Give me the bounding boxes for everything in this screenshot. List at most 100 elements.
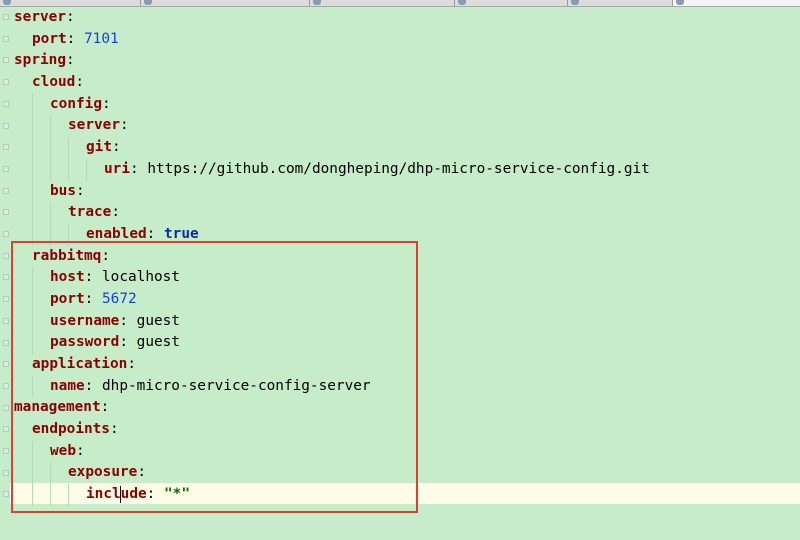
fold-marker-icon: [3, 57, 9, 64]
yaml-key: trace: [68, 204, 112, 221]
code-line[interactable]: uri: https://github.com/dongheping/dhp-m…: [14, 158, 800, 181]
indent-guide: [50, 137, 68, 159]
indent-guide: [14, 462, 32, 484]
yaml-key: host: [50, 269, 85, 286]
code-line[interactable]: endpoints:: [14, 419, 800, 441]
fold-marker-icon: [3, 100, 9, 107]
editor-tab[interactable]: [455, 0, 568, 6]
code-line[interactable]: port: 5672: [14, 288, 800, 311]
code-line[interactable]: exposure:: [14, 462, 800, 485]
yaml-colon: :: [137, 464, 146, 481]
yaml-colon: :: [84, 290, 94, 307]
indent-guide: [14, 202, 32, 224]
yaml-colon: :: [75, 74, 84, 91]
indent-guide: [14, 354, 32, 376]
editor-tab[interactable]: [141, 0, 310, 6]
code-line[interactable]: include: "*": [14, 484, 800, 506]
indent-guide: [32, 462, 50, 485]
indent-guide: [68, 137, 86, 159]
code-line[interactable]: host: localhost: [14, 267, 800, 289]
code-line[interactable]: application:: [14, 354, 800, 376]
code-line[interactable]: port: 7101: [14, 29, 800, 51]
indent-guide: [86, 158, 104, 181]
fold-marker-icon: [3, 469, 9, 476]
indent-guide: [32, 115, 50, 138]
indent-guide: [14, 289, 32, 311]
indent-guide: [14, 311, 32, 333]
indent-guide: [50, 202, 68, 224]
yaml-value: dhp-micro-service-config-server: [102, 377, 371, 394]
indent-guide: [14, 332, 32, 354]
indent-guide: [14, 115, 32, 137]
yaml-colon: :: [84, 377, 94, 394]
code-line[interactable]: git:: [14, 137, 800, 159]
yaml-colon: :: [111, 204, 120, 221]
fold-marker-icon: [3, 274, 9, 281]
indent-guide: [50, 158, 68, 181]
yaml-key: cloud: [32, 74, 76, 91]
yaml-value: 7101: [84, 30, 119, 47]
yaml-colon: :: [146, 225, 156, 242]
code-line[interactable]: enabled: true: [14, 223, 800, 246]
code-line[interactable]: server:: [14, 7, 800, 29]
code-line[interactable]: cloud:: [14, 72, 800, 94]
yaml-colon: :: [65, 9, 75, 25]
code-line[interactable]: server:: [14, 115, 800, 138]
indent-guide: [32, 158, 50, 181]
yaml-key: endpoints: [32, 421, 110, 438]
indent-guide: [14, 94, 32, 116]
indent-guide: [50, 462, 68, 485]
indent-guide: [68, 484, 86, 506]
indent-guide: [50, 484, 68, 506]
fold-marker-icon: [3, 448, 9, 454]
editor-tab[interactable]: [568, 0, 673, 6]
indent-guide: [14, 419, 32, 441]
yaml-key: application: [32, 356, 128, 372]
yaml-code-area[interactable]: server: port: 7101 spring: cloud: config: ser…: [14, 7, 800, 540]
editor-tab-active[interactable]: [673, 0, 800, 6]
code-line[interactable]: config:: [14, 93, 800, 116]
indent-guide: [32, 223, 50, 246]
yaml-key: bus: [50, 182, 76, 199]
indent-guide: [14, 441, 32, 463]
yaml-key: username: [50, 312, 120, 329]
yaml-colon: :: [76, 182, 85, 199]
yaml-colon: :: [119, 334, 128, 351]
fold-marker-icon: [3, 209, 9, 216]
indent-guide: [32, 288, 50, 311]
indent-guide: [50, 115, 68, 138]
indent-guide: [32, 137, 50, 159]
yaml-key: port: [32, 30, 67, 47]
yaml-key: include: [86, 485, 147, 503]
yaml-colon: :: [146, 486, 156, 503]
indent-guide: [14, 484, 32, 506]
editor-tab[interactable]: [0, 0, 141, 6]
editor-tab-bar: [0, 0, 800, 7]
fold-marker-icon: [3, 187, 9, 194]
indent-guide: [32, 332, 50, 354]
fold-marker-icon: [3, 14, 9, 20]
fold-marker-icon: [3, 491, 9, 498]
yaml-key: uri: [104, 160, 130, 177]
indent-guide: [32, 93, 50, 116]
yaml-key: management: [14, 399, 101, 416]
editor-gutter[interactable]: [0, 7, 10, 540]
yaml-key: spring: [14, 52, 66, 69]
yaml-value: guest: [136, 334, 180, 351]
indent-guide: [32, 202, 50, 224]
file-icon: [144, 0, 152, 5]
editor-tab[interactable]: [310, 0, 455, 6]
code-line[interactable]: trace:: [14, 202, 800, 224]
code-line[interactable]: rabbitmq:: [14, 246, 800, 268]
code-line[interactable]: web:: [14, 440, 800, 463]
indent-guide: [14, 246, 32, 268]
code-line[interactable]: spring:: [14, 50, 800, 72]
code-line[interactable]: name: dhp-micro-service-config-server: [14, 375, 800, 398]
code-line[interactable]: password: guest: [14, 332, 800, 354]
yaml-colon: :: [127, 356, 136, 372]
yaml-value: "*": [164, 486, 190, 503]
code-line[interactable]: bus:: [14, 180, 800, 203]
indent-guide: [14, 137, 32, 159]
code-line[interactable]: management:: [14, 397, 800, 419]
code-line[interactable]: username: guest: [14, 310, 800, 333]
